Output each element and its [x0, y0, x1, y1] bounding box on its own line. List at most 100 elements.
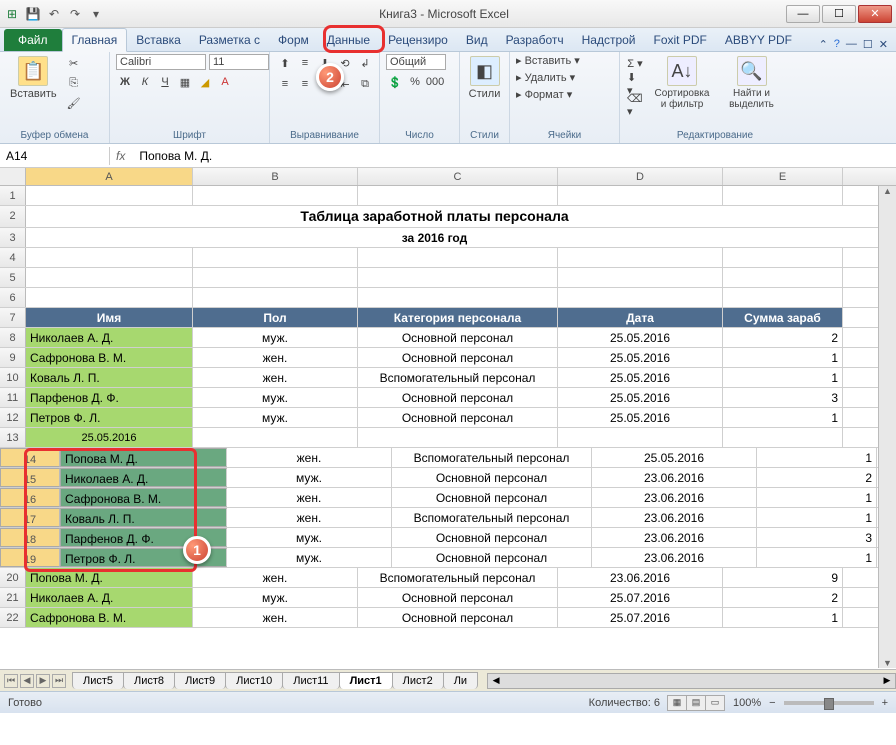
- rowhdr-22[interactable]: 22: [0, 608, 26, 627]
- cell[interactable]: муж.: [193, 388, 358, 407]
- rowhdr-11[interactable]: 11: [0, 388, 26, 407]
- scroll-up-icon[interactable]: ▲: [883, 186, 892, 196]
- underline-icon[interactable]: Ч: [156, 73, 174, 91]
- cell[interactable]: 2: [723, 328, 843, 347]
- rowhdr-16[interactable]: 16: [0, 488, 60, 507]
- rowhdr-8[interactable]: 8: [0, 328, 26, 347]
- cell[interactable]: 1: [757, 488, 877, 507]
- sheet-tab[interactable]: Лист1: [339, 672, 393, 689]
- cell[interactable]: 23.06.2016: [558, 568, 723, 587]
- comma-icon[interactable]: 000: [426, 73, 444, 91]
- help-icon[interactable]: ?: [834, 38, 840, 51]
- cell[interactable]: Николаев А. Д.: [26, 328, 193, 347]
- cell[interactable]: 23.06.2016: [592, 488, 757, 507]
- rowhdr-19[interactable]: 19: [0, 548, 60, 567]
- cell[interactable]: 25.05.2016: [558, 348, 723, 367]
- align-left-icon[interactable]: ≡: [276, 75, 294, 93]
- cell[interactable]: 2: [757, 468, 877, 487]
- cell[interactable]: Основной персонал: [358, 608, 558, 627]
- autosum-icon[interactable]: Σ ▾: [626, 54, 644, 72]
- painter-icon[interactable]: 🖌: [65, 94, 83, 112]
- view-break-icon[interactable]: ▭: [705, 695, 725, 711]
- rowhdr-20[interactable]: 20: [0, 568, 26, 587]
- cell[interactable]: [558, 268, 723, 287]
- rowhdr-12[interactable]: 12: [0, 408, 26, 427]
- colhdr-e[interactable]: E: [723, 168, 843, 185]
- cell[interactable]: [723, 288, 843, 307]
- merge-icon[interactable]: ⧉: [356, 75, 374, 93]
- cell[interactable]: [723, 248, 843, 267]
- vertical-scrollbar[interactable]: ▲ ▼: [878, 186, 896, 668]
- cell[interactable]: Основной персонал: [392, 528, 592, 547]
- align-mid-icon[interactable]: ≡: [296, 54, 314, 72]
- rowhdr-3[interactable]: 3: [0, 228, 26, 247]
- cell[interactable]: 25.05.2016: [558, 388, 723, 407]
- tab-developer[interactable]: Разработч: [497, 29, 573, 51]
- tab-layout[interactable]: Разметка с: [190, 29, 269, 51]
- redo-icon[interactable]: ↷: [67, 6, 83, 22]
- cell[interactable]: Коваль Л. П.: [60, 508, 227, 527]
- cell[interactable]: [26, 288, 193, 307]
- sheet-tab[interactable]: Лист11: [282, 672, 339, 689]
- fx-icon[interactable]: fx: [116, 149, 125, 163]
- cell[interactable]: Категория персонала: [358, 308, 558, 327]
- rowhdr-1[interactable]: 1: [0, 186, 26, 205]
- rowhdr-15[interactable]: 15: [0, 468, 60, 487]
- rowhdr-4[interactable]: 4: [0, 248, 26, 267]
- cell[interactable]: Вспомогательный персонал: [358, 568, 558, 587]
- cell[interactable]: Петров Ф. Л.: [26, 408, 193, 427]
- qat-dropdown-icon[interactable]: ▾: [88, 6, 104, 22]
- cell[interactable]: Основной персонал: [358, 388, 558, 407]
- close-button[interactable]: ✕: [858, 5, 892, 23]
- clear-icon[interactable]: ⌫ ▾: [626, 96, 644, 114]
- minimize-button[interactable]: —: [786, 5, 820, 23]
- tab-formulas[interactable]: Форм: [269, 29, 318, 51]
- cell[interactable]: 25.07.2016: [558, 608, 723, 627]
- tab-review[interactable]: Рецензиро: [379, 29, 457, 51]
- cell[interactable]: жен.: [193, 608, 358, 627]
- cell[interactable]: 23.06.2016: [592, 548, 757, 567]
- restore-icon[interactable]: ☐: [863, 38, 873, 51]
- sort-filter-button[interactable]: A↓ Сортировка и фильтр: [648, 54, 716, 112]
- scroll-down-icon[interactable]: ▼: [883, 658, 892, 668]
- cell[interactable]: [26, 248, 193, 267]
- cells-format-button[interactable]: ▸ Формат ▾: [516, 88, 613, 101]
- colhdr-c[interactable]: C: [358, 168, 558, 185]
- cell[interactable]: 3: [757, 528, 877, 547]
- colhdr-d[interactable]: D: [558, 168, 723, 185]
- cell[interactable]: Вспомогательный персонал: [392, 448, 592, 467]
- rowhdr-17[interactable]: 17: [0, 508, 60, 527]
- rowhdr-5[interactable]: 5: [0, 268, 26, 287]
- horizontal-scrollbar[interactable]: ◀ ▶: [487, 673, 896, 689]
- formula-input[interactable]: Попова М. Д.: [131, 147, 896, 165]
- fill-color-icon[interactable]: ◢: [196, 73, 214, 91]
- cell[interactable]: 1: [723, 608, 843, 627]
- colhdr-b[interactable]: B: [193, 168, 358, 185]
- tab-abbyy[interactable]: ABBYY PDF: [716, 29, 801, 51]
- number-format-select[interactable]: Общий: [386, 54, 446, 70]
- cell[interactable]: [358, 268, 558, 287]
- cell[interactable]: Имя: [26, 308, 193, 327]
- cell[interactable]: жен.: [227, 508, 392, 527]
- cells-delete-button[interactable]: ▸ Удалить ▾: [516, 71, 613, 84]
- cell[interactable]: Основной персонал: [392, 468, 592, 487]
- cell[interactable]: Вспомогательный персонал: [392, 508, 592, 527]
- cell[interactable]: муж.: [193, 328, 358, 347]
- sheet-tab[interactable]: Лист5: [72, 672, 124, 689]
- select-all-corner[interactable]: [0, 168, 26, 185]
- cell[interactable]: [193, 248, 358, 267]
- align-center-icon[interactable]: ≡: [296, 75, 314, 93]
- rowhdr-7[interactable]: 7: [0, 308, 26, 327]
- window-options-icon[interactable]: —: [846, 38, 857, 51]
- cell[interactable]: Сафронова В. М.: [26, 348, 193, 367]
- cell[interactable]: жен.: [193, 348, 358, 367]
- border-icon[interactable]: ▦: [176, 73, 194, 91]
- hscroll-right-icon[interactable]: ▶: [879, 675, 895, 686]
- cell[interactable]: 1: [757, 548, 877, 567]
- tab-foxit[interactable]: Foxit PDF: [645, 29, 716, 51]
- rowhdr-10[interactable]: 10: [0, 368, 26, 387]
- cut-icon[interactable]: ✂: [65, 54, 83, 72]
- cell[interactable]: 1: [723, 368, 843, 387]
- zoom-out-icon[interactable]: −: [769, 697, 775, 709]
- cell[interactable]: Основной персонал: [358, 408, 558, 427]
